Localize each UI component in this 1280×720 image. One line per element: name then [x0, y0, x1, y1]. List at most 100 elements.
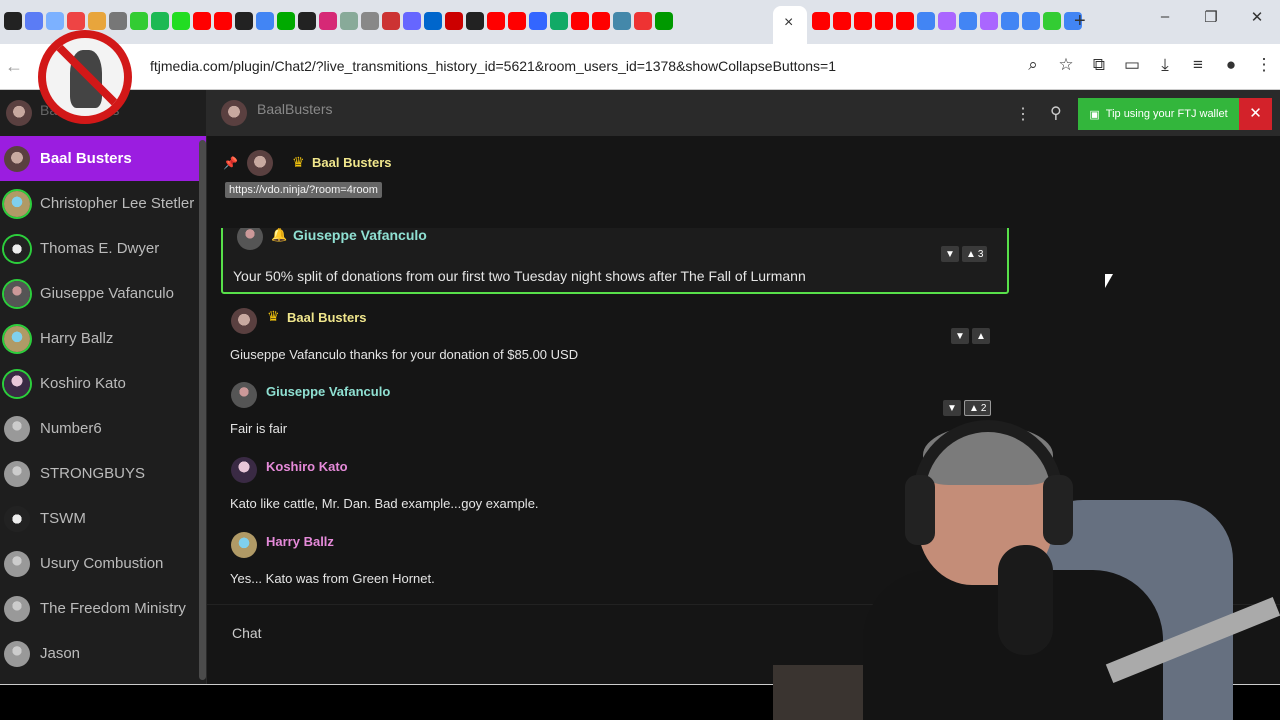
user-name: Christopher Lee Stetler [40, 195, 195, 212]
avatar [6, 100, 32, 126]
browser-toolbar: ⌕ ☆ ⧉ ▭ ⤓ ≡ ● ⋮ [1023, 55, 1274, 75]
crown-icon: ♛ [292, 154, 305, 170]
url-field[interactable]: ftjmedia.com/plugin/Chat2/?live_transmit… [150, 58, 836, 74]
user-name: Number6 [40, 420, 102, 437]
avatar [4, 190, 30, 217]
avatar [4, 235, 30, 262]
thumbs-up-button[interactable]: ▲ 3 [962, 246, 988, 262]
search-icon[interactable]: ⌕ [1023, 55, 1043, 75]
user-item-koshiro-kato[interactable]: Koshiro Kato [0, 361, 206, 406]
avatar [4, 370, 30, 397]
message-item: ♛ Baal Busters Giuseppe Vafanculo thanks… [221, 304, 1009, 374]
message-text: Fair is fair [230, 421, 288, 436]
restore-button[interactable]: ❐ [1188, 8, 1234, 26]
user-item-baal-busters[interactable]: Baal Busters [0, 136, 206, 181]
thumbs-down-button[interactable]: ▼ [951, 328, 969, 344]
minimize-button[interactable]: – [1142, 8, 1188, 26]
avatar [247, 150, 273, 176]
address-bar-row: ← ftjmedia.com/plugin/Chat2/?live_transm… [0, 44, 1280, 90]
pin-icon[interactable]: 📌 [223, 156, 238, 170]
active-tab[interactable]: × [773, 6, 807, 44]
more-tab-icons[interactable] [812, 12, 1082, 32]
pinned-user-name: Baal Busters [312, 155, 392, 170]
user-name: Baal Busters [40, 150, 132, 167]
user-name: Harry Ballz [40, 330, 114, 347]
user-name: Jason [40, 645, 81, 662]
avatar [4, 505, 30, 532]
user-list-sidebar: Baal Busters Baal Busters Christopher Le… [0, 90, 207, 685]
user-name: The Freedom Ministry [40, 600, 186, 617]
extensions-icon[interactable]: ⧉ [1089, 55, 1109, 75]
thumbs-up-button[interactable]: ▲ [972, 328, 990, 344]
pinned-message: 📌 ♛ Baal Busters https://vdo.ninja/?room… [207, 136, 1280, 228]
avatar [4, 325, 30, 352]
cast-icon[interactable]: ▭ [1122, 55, 1142, 75]
user-item-usury-combustion[interactable]: Usury Combustion [0, 541, 206, 586]
screen: × + – ❐ ✕ ← ftjmedia.com/plugin/Chat2/?l… [0, 0, 1280, 720]
message-user-name: Koshiro Kato [266, 459, 348, 474]
user-item-harry-ballz[interactable]: Harry Ballz [0, 316, 206, 361]
pinned-link[interactable]: https://vdo.ninja/?room=4room [225, 182, 382, 198]
window-close-button[interactable]: ✕ [1234, 8, 1280, 26]
user-name: STRONGBUYS [40, 465, 146, 482]
user-item-tswm[interactable]: TSWM [0, 496, 206, 541]
sidebar-scrollbar[interactable] [199, 140, 206, 680]
room-name: BaalBusters [257, 101, 333, 117]
message-text: Giuseppe Vafanculo thanks for your donat… [230, 347, 579, 362]
avatar [4, 145, 30, 172]
thumbs-down-button[interactable]: ▼ [941, 246, 959, 262]
profile-avatar-icon[interactable]: ● [1221, 55, 1241, 75]
message-user-name: Giuseppe Vafanculo [266, 384, 391, 399]
back-arrow-icon[interactable]: ← [5, 56, 23, 77]
media-control-icon[interactable]: ≡ [1188, 55, 1208, 75]
no-baal-logo [38, 30, 132, 124]
avatar [231, 457, 257, 483]
close-chat-button[interactable]: ✕ [1239, 98, 1272, 130]
browser-tab-strip: × + – ❐ ✕ [0, 0, 1280, 44]
avatar [4, 460, 30, 487]
user-item-thomas-e-dwyer[interactable]: Thomas E. Dwyer [0, 226, 206, 271]
chat-header: BaalBusters ⋮ ⚲ ▣ Tip using your FTJ wal… [207, 90, 1280, 136]
avatar [221, 100, 247, 126]
menu-kebab-icon[interactable]: ⋮ [1254, 55, 1274, 75]
attachment-icon[interactable]: ⚲ [1050, 103, 1062, 123]
crown-icon: ♛ [267, 308, 280, 324]
vote-buttons: ▼ ▲ 3 [941, 246, 988, 262]
avatar [4, 640, 30, 667]
tip-wallet-button[interactable]: ▣ Tip using your FTJ wallet [1078, 98, 1239, 130]
vote-buttons: ▼ ▲ [951, 328, 990, 344]
download-icon[interactable]: ⤓ [1155, 55, 1175, 75]
like-count: 3 [977, 248, 984, 260]
pinned-tab-icons[interactable] [0, 12, 673, 32]
avatar [4, 280, 30, 307]
message-text: Your 50% split of donations from our fir… [233, 268, 806, 284]
bell-icon: 🔔 [271, 228, 288, 242]
user-item-number6[interactable]: Number6 [0, 406, 206, 451]
close-tab-icon[interactable]: × [784, 14, 793, 32]
user-name: TSWM [40, 510, 86, 527]
avatar [4, 595, 30, 622]
message-user-name: Harry Ballz [266, 534, 334, 549]
user-name: Giuseppe Vafanculo [40, 285, 174, 302]
message-text: Yes... Kato was from Green Hornet. [230, 571, 435, 586]
user-item-giuseppe-vafanculo[interactable]: Giuseppe Vafanculo [0, 271, 206, 316]
new-tab-button[interactable]: + [1074, 10, 1086, 33]
user-item-the-freedom-ministry[interactable]: The Freedom Ministry [0, 586, 206, 631]
user-item-christopher-lee-stetler[interactable]: Christopher Lee Stetler [0, 181, 206, 226]
more-options-icon[interactable]: ⋮ [1015, 104, 1031, 124]
avatar [4, 415, 30, 442]
avatar [231, 532, 257, 558]
user-name: Thomas E. Dwyer [40, 240, 160, 257]
avatar [237, 228, 263, 250]
window-controls: – ❐ ✕ [1142, 8, 1280, 26]
wallet-icon: ▣ [1089, 108, 1100, 121]
user-name: Usury Combustion [40, 555, 164, 572]
chat-input-placeholder: Chat [232, 625, 262, 641]
avatar [231, 308, 257, 334]
bookmark-star-icon[interactable]: ☆ [1056, 55, 1076, 75]
user-item-jason[interactable]: Jason [0, 631, 206, 676]
webcam-overlay [773, 395, 1280, 720]
thumbs-up-icon: ▲ [966, 248, 976, 260]
user-name: Koshiro Kato [40, 375, 126, 392]
user-item-strongbuys[interactable]: STRONGBUYS [0, 451, 206, 496]
